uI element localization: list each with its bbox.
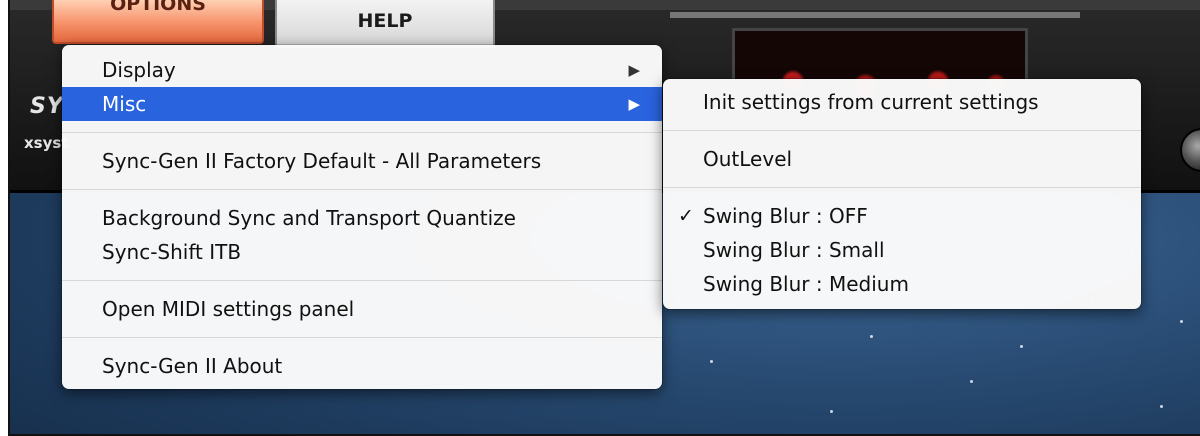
- submenu-item-label: Swing Blur : OFF: [703, 204, 868, 228]
- menu-item-label: Sync-Shift ITB: [102, 240, 242, 264]
- misc-submenu: Init settings from current settings OutL…: [663, 79, 1141, 309]
- help-tab-label: HELP: [357, 10, 413, 32]
- submenu-item-init-settings[interactable]: Init settings from current settings: [663, 85, 1141, 119]
- menu-separator: [62, 189, 662, 190]
- menu-separator: [62, 132, 662, 133]
- menu-separator: [62, 337, 662, 338]
- menu-item-label: Open MIDI settings panel: [102, 297, 355, 321]
- meter-strip: [670, 12, 1080, 18]
- options-menu: Display ▶ Misc ▶ Sync-Gen II Factory Def…: [62, 45, 662, 389]
- submenu-item-swing-blur-off[interactable]: ✓ Swing Blur : OFF: [663, 199, 1141, 233]
- chevron-right-icon: ▶: [628, 95, 640, 113]
- menu-item-background-sync[interactable]: Background Sync and Transport Quantize: [62, 201, 662, 235]
- screen: SY xsyst OPTIONS HELP Display ▶ Misc ▶ S…: [0, 0, 1200, 436]
- menu-item-label: Display: [102, 58, 176, 82]
- submenu-item-label: Swing Blur : Small: [703, 238, 885, 262]
- submenu-item-label: OutLevel: [703, 147, 793, 171]
- menu-separator: [663, 187, 1141, 188]
- menu-item-misc[interactable]: Misc ▶: [62, 87, 662, 121]
- knob-icon[interactable]: [1180, 128, 1200, 172]
- menu-item-midi-settings[interactable]: Open MIDI settings panel: [62, 292, 662, 326]
- menu-item-label: Sync-Gen II About: [102, 354, 283, 378]
- menu-item-about[interactable]: Sync-Gen II About: [62, 349, 662, 383]
- menu-item-label: Background Sync and Transport Quantize: [102, 206, 516, 230]
- submenu-item-label: Init settings from current settings: [703, 90, 1039, 114]
- checkmark-icon: ✓: [678, 205, 694, 227]
- brand-label: SY: [30, 94, 64, 119]
- menu-separator: [62, 280, 662, 281]
- chevron-right-icon: ▶: [628, 61, 640, 79]
- help-tab[interactable]: HELP: [275, 0, 495, 48]
- submenu-item-swing-blur-medium[interactable]: Swing Blur : Medium: [663, 267, 1141, 301]
- submenu-item-swing-blur-small[interactable]: Swing Blur : Small: [663, 233, 1141, 267]
- options-tab-label: OPTIONS: [110, 0, 206, 15]
- menu-item-sync-shift[interactable]: Sync-Shift ITB: [62, 235, 662, 269]
- menu-separator: [663, 130, 1141, 131]
- submenu-item-outlevel[interactable]: OutLevel: [663, 142, 1141, 176]
- menu-item-display[interactable]: Display ▶: [62, 53, 662, 87]
- submenu-item-label: Swing Blur : Medium: [703, 272, 909, 296]
- menu-item-factory-default[interactable]: Sync-Gen II Factory Default - All Parame…: [62, 144, 662, 178]
- menu-item-label: Misc: [102, 92, 147, 116]
- menu-item-label: Sync-Gen II Factory Default - All Parame…: [102, 149, 542, 173]
- options-tab[interactable]: OPTIONS: [52, 0, 264, 44]
